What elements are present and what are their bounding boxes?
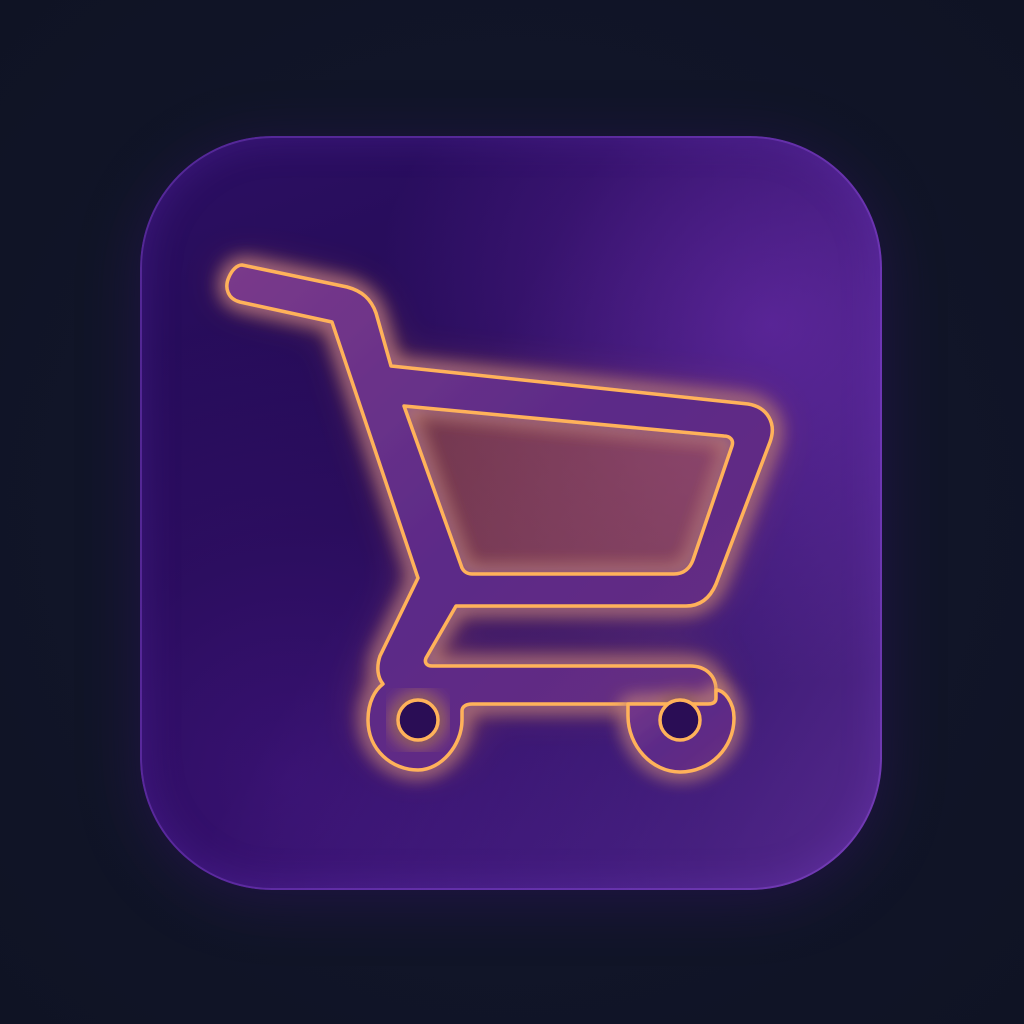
icon-canvas bbox=[0, 0, 1024, 1024]
cart-right-wheel bbox=[626, 688, 736, 774]
shopping-cart-icon bbox=[224, 263, 774, 774]
cart-left-wheel bbox=[396, 698, 440, 742]
